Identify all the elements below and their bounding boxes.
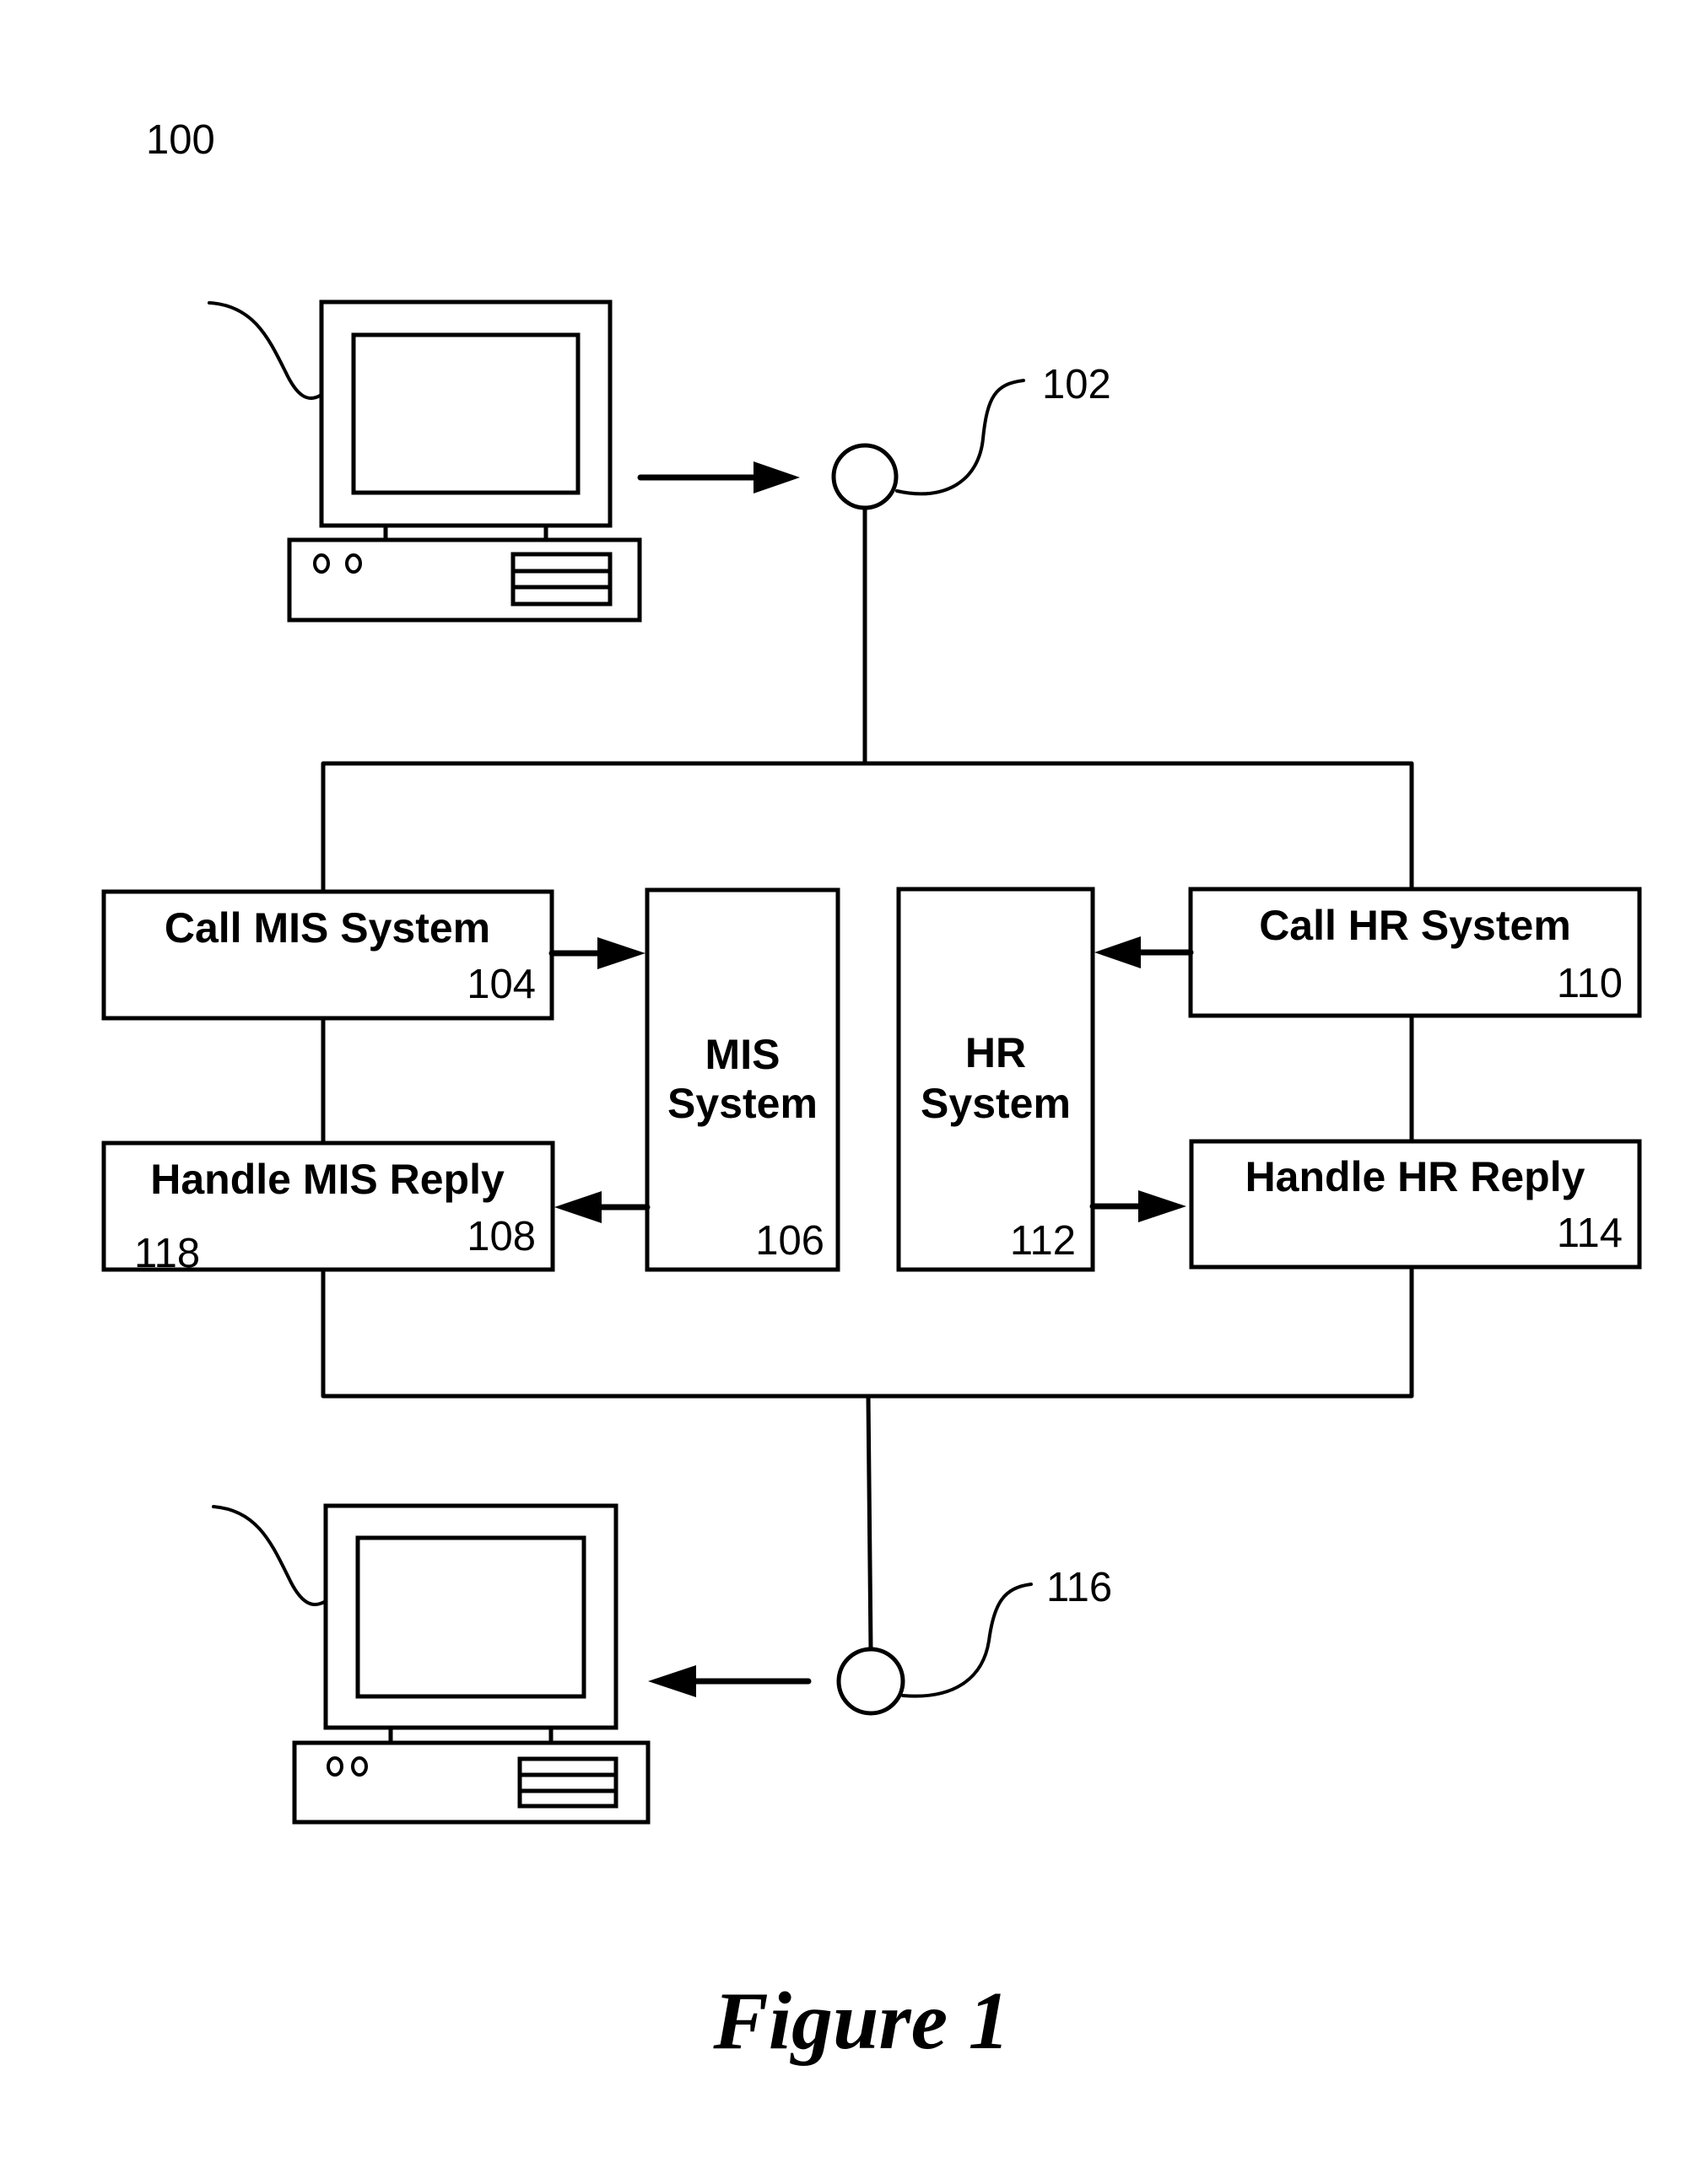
handle-hr-label: Handle HR Reply [1245, 1153, 1585, 1200]
input-node-circle [831, 443, 899, 510]
output-node: 116 [836, 1565, 1112, 1716]
mis-system-reference: 106 [755, 1218, 824, 1264]
server-reference: 118 [134, 1231, 200, 1276]
arrow-input-to-node [637, 461, 800, 493]
call-mis-label: Call MIS System [165, 904, 490, 952]
arrow-hr-system-to-handle-hr [1089, 1190, 1186, 1222]
line-server-to-node [866, 1394, 873, 1652]
server-boundary [321, 761, 1414, 1399]
hr-system-label-line1: HR [965, 1029, 1026, 1076]
hr-system-label-line2: System [921, 1080, 1071, 1127]
output-computer-leader-line [212, 1505, 327, 1606]
input-drive-bay-icon [510, 552, 613, 607]
input-monitor-screen [351, 332, 581, 495]
hr-system-box: HR System 112 [896, 887, 1095, 1272]
call-mis-reference: 104 [467, 962, 536, 1007]
patent-figure: 100 102 Call MIS System 104 Handle MIS R… [101, 117, 1642, 2067]
handle-hr-reference: 114 [1557, 1211, 1623, 1256]
mis-system-label-line2: System [667, 1080, 818, 1127]
arrow-call-mis-to-mis-system [548, 937, 645, 969]
input-node-reference: 102 [1042, 362, 1111, 407]
hr-system-reference: 112 [1010, 1218, 1076, 1264]
input-computer-icon [208, 299, 642, 623]
call-hr-label: Call HR System [1259, 902, 1571, 949]
arrow-mis-system-to-handle-mis [554, 1191, 651, 1223]
output-node-leader-line [901, 1583, 1033, 1698]
input-node-leader-line [895, 379, 1025, 496]
output-monitor-screen [355, 1535, 586, 1699]
arrow-node-to-output [648, 1665, 812, 1697]
figure-caption: Figure 1 [712, 1976, 1009, 2067]
mis-system-box: MIS System 106 [645, 887, 840, 1272]
call-hr-reference: 110 [1557, 961, 1623, 1006]
handle-hr-reply-box: Handle HR Reply 114 [1189, 1139, 1642, 1270]
call-hr-system-box: Call HR System 110 [1188, 887, 1642, 1018]
handle-mis-reply-box: Handle MIS Reply 108 118 [101, 1141, 555, 1276]
call-mis-system-box: Call MIS System 104 [101, 889, 554, 1021]
mis-system-label-line1: MIS [705, 1031, 780, 1078]
output-drive-bay-icon [517, 1756, 618, 1809]
handle-mis-reference: 108 [467, 1214, 536, 1259]
output-computer-icon [212, 1503, 651, 1825]
input-node: 102 [831, 362, 1111, 510]
arrow-call-hr-to-hr-system [1094, 936, 1194, 968]
input-computer-leader-line [208, 301, 323, 400]
figure-reference-number: 100 [146, 117, 215, 163]
output-node-reference: 116 [1046, 1565, 1112, 1610]
handle-mis-label: Handle MIS Reply [150, 1156, 505, 1203]
output-node-circle [836, 1647, 905, 1716]
